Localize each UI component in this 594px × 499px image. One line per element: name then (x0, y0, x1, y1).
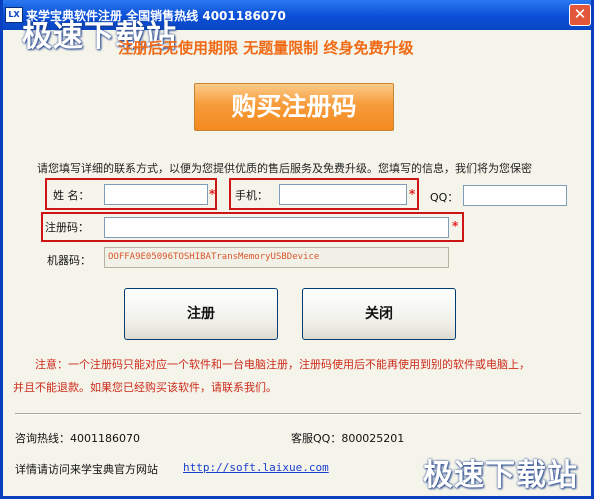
phone-input[interactable] (279, 184, 407, 205)
note-line-2: 并且不能退款。如果您已经购买该软件，请联系我们。 (13, 381, 277, 394)
website-link[interactable]: http://soft.laixue.com (183, 461, 329, 474)
slogan-text: 注册后无使用期限 无题量限制 终身免费升级 (118, 39, 414, 57)
register-button[interactable]: 注册 (124, 288, 278, 340)
note-line-1: 注意：一个注册码只能对应一个软件和一台电脑注册，注册码使用后不能再使用到别的软件… (35, 358, 530, 371)
buy-regcode-button[interactable]: 购买注册码 (194, 83, 394, 131)
close-button[interactable]: 关闭 (302, 288, 456, 340)
regcode-required-mark: * (452, 219, 459, 233)
regcode-input[interactable] (104, 217, 449, 238)
name-required-mark: * (209, 187, 216, 201)
phone-label: 手机： (235, 189, 268, 202)
name-input[interactable] (104, 184, 208, 205)
qq-label: QQ： (430, 191, 459, 204)
watermark-bottom: 极速下载站 (423, 458, 578, 493)
app-icon: LX (5, 7, 23, 23)
registration-window: LX 来学宝典软件注册 全国销售热线 4001186070 ✕ 极速下载站 注册… (0, 0, 594, 499)
visit-website-text: 详情请访问来学宝典官方网站 (15, 463, 158, 476)
machine-code-field: OOFFA9E05096TOSHIBATransMemoryUSBDevice (104, 247, 449, 268)
phone-required-mark: * (409, 187, 416, 201)
footer-divider (15, 413, 581, 415)
machine-code-label: 机器码： (47, 254, 91, 267)
close-window-button[interactable]: ✕ (569, 4, 591, 26)
regcode-label: 注册码： (45, 221, 89, 234)
support-qq-text: 客服QQ：800025201 (291, 432, 405, 445)
hotline-text: 咨询热线：4001186070 (15, 432, 140, 445)
intro-text: 请您填写详细的联系方式，以便为您提供优质的售后服务及免费升级。您填写的信息，我们… (37, 162, 532, 175)
name-label: 姓 名： (53, 189, 90, 202)
qq-input[interactable] (463, 185, 567, 206)
